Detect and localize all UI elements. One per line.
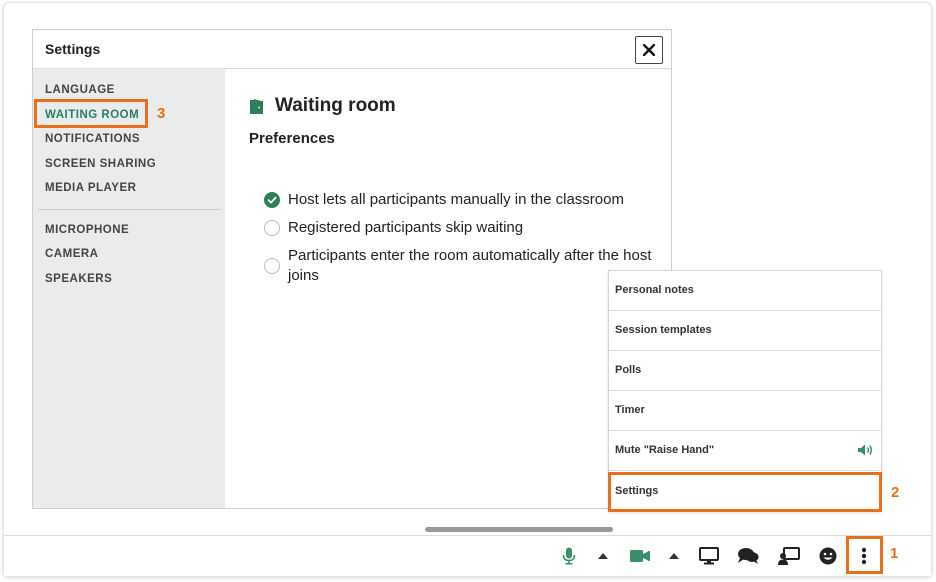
sidebar-item-media-player[interactable]: MEDIA PLAYER bbox=[45, 182, 136, 194]
option-auto-enter[interactable]: Participants enter the room automaticall… bbox=[264, 246, 654, 286]
sidebar-item-camera[interactable]: CAMERA bbox=[45, 248, 98, 260]
option-registered-skip[interactable]: Registered participants skip waiting bbox=[264, 218, 654, 238]
radio-unchecked[interactable] bbox=[264, 220, 280, 236]
settings-sidebar: LANGUAGE WAITING ROOM NOTIFICATIONS SCRE… bbox=[33, 69, 225, 508]
menu-item-label: Mute "Raise Hand" bbox=[615, 444, 715, 456]
radio-checked[interactable] bbox=[264, 192, 280, 208]
chat-icon[interactable] bbox=[736, 544, 760, 568]
content-title: Waiting room bbox=[249, 95, 396, 117]
menu-item-mute-raise-hand[interactable]: Mute "Raise Hand" bbox=[609, 431, 881, 471]
menu-item-polls[interactable]: Polls bbox=[609, 351, 881, 391]
option-label: Registered participants skip waiting bbox=[288, 219, 524, 236]
camera-icon[interactable] bbox=[628, 544, 652, 568]
preferences-heading: Preferences bbox=[249, 130, 335, 147]
highlight-more-button bbox=[846, 536, 883, 574]
option-label: Participants enter the room automaticall… bbox=[288, 247, 652, 284]
step-number-1: 1 bbox=[890, 545, 899, 562]
door-icon bbox=[250, 98, 263, 114]
menu-item-timer[interactable]: Timer bbox=[609, 391, 881, 431]
option-manual-admit[interactable]: Host lets all participants manually in t… bbox=[264, 190, 654, 210]
menu-item-label: Timer bbox=[615, 404, 645, 416]
caret-up-icon[interactable] bbox=[662, 544, 686, 568]
caret-up-icon[interactable] bbox=[591, 544, 615, 568]
check-icon bbox=[267, 196, 277, 204]
screen-share-icon[interactable] bbox=[697, 544, 721, 568]
highlight-waiting-room bbox=[34, 99, 148, 128]
menu-item-label: Polls bbox=[615, 364, 642, 376]
sidebar-item-screen-sharing[interactable]: SCREEN SHARING bbox=[45, 158, 156, 170]
menu-item-personal-notes[interactable]: Personal notes bbox=[609, 271, 881, 311]
speaker-icon bbox=[857, 443, 875, 462]
option-label: Host lets all participants manually in t… bbox=[288, 191, 624, 208]
sidebar-item-microphone[interactable]: MICROPHONE bbox=[45, 224, 129, 236]
menu-item-session-templates[interactable]: Session templates bbox=[609, 311, 881, 351]
radio-unchecked[interactable] bbox=[264, 258, 280, 274]
sidebar-item-speakers[interactable]: SPEAKERS bbox=[45, 273, 112, 285]
step-number-3: 3 bbox=[157, 105, 166, 122]
emoji-icon[interactable] bbox=[816, 544, 840, 568]
dialog-header: Settings bbox=[33, 30, 671, 69]
horizontal-scrollbar[interactable] bbox=[425, 527, 613, 532]
sidebar-item-language[interactable]: LANGUAGE bbox=[45, 84, 115, 96]
sidebar-divider bbox=[38, 209, 221, 210]
bottom-toolbar bbox=[4, 535, 931, 576]
highlight-settings-menu-item bbox=[608, 472, 882, 512]
dialog-title: Settings bbox=[45, 41, 101, 57]
step-number-2: 2 bbox=[891, 484, 900, 501]
microphone-icon[interactable] bbox=[557, 544, 581, 568]
sidebar-item-notifications[interactable]: NOTIFICATIONS bbox=[45, 133, 140, 145]
close-button[interactable] bbox=[635, 36, 663, 64]
settings-content: Waiting room Preferences Host lets all p… bbox=[225, 69, 671, 508]
menu-item-label: Session templates bbox=[615, 324, 712, 336]
close-icon bbox=[643, 44, 655, 56]
page-title: Waiting room bbox=[275, 95, 396, 116]
menu-item-label: Personal notes bbox=[615, 284, 694, 296]
presenter-icon[interactable] bbox=[777, 544, 801, 568]
